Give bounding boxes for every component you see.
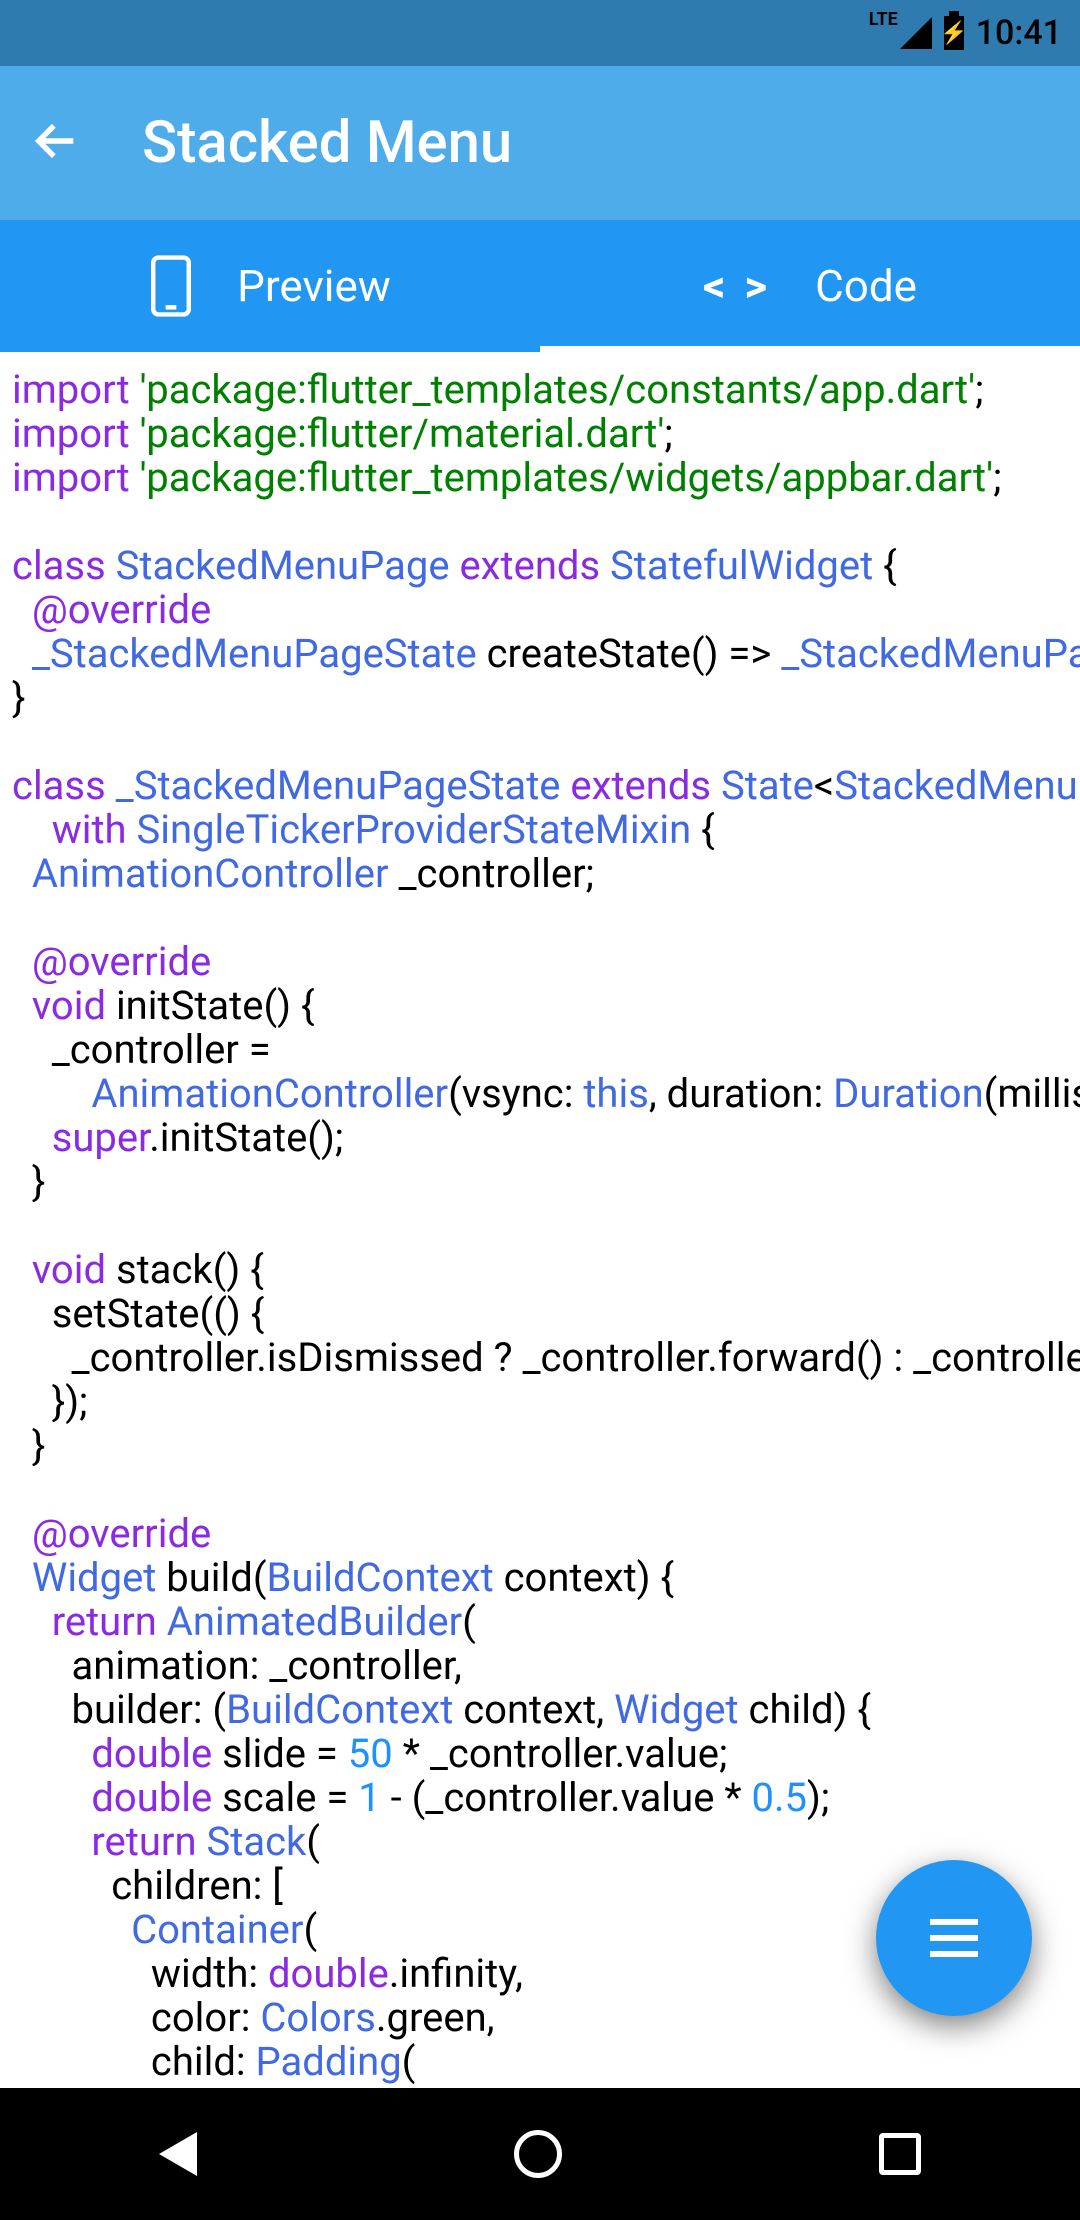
fab-menu-button[interactable]	[876, 1860, 1032, 2016]
status-lte-label: LTE	[869, 9, 898, 30]
tab-preview[interactable]: Preview	[0, 220, 540, 352]
tab-code-label: Code	[815, 260, 917, 312]
tab-bar: Preview < > Code	[0, 220, 1080, 352]
nav-recents-icon[interactable]	[879, 2133, 921, 2175]
tab-code[interactable]: < > Code	[540, 220, 1080, 352]
status-bar: LTE ⚡ 10:41	[0, 0, 1080, 66]
signal-icon	[900, 17, 932, 49]
code-icon: < >	[703, 260, 771, 312]
app-bar: Stacked Menu	[0, 66, 1080, 220]
battery-icon: ⚡	[944, 16, 964, 50]
back-icon[interactable]	[30, 115, 82, 171]
page-title: Stacked Menu	[142, 109, 512, 177]
status-time: 10:41	[976, 13, 1062, 53]
phone-icon	[149, 254, 193, 318]
android-nav-bar	[0, 2088, 1080, 2220]
code-viewer[interactable]: import 'package:flutter_templates/consta…	[0, 352, 1080, 2100]
nav-back-icon[interactable]	[159, 2132, 197, 2176]
nav-home-icon[interactable]	[514, 2130, 562, 2178]
tab-preview-label: Preview	[237, 260, 391, 312]
hamburger-icon	[930, 1919, 978, 1957]
